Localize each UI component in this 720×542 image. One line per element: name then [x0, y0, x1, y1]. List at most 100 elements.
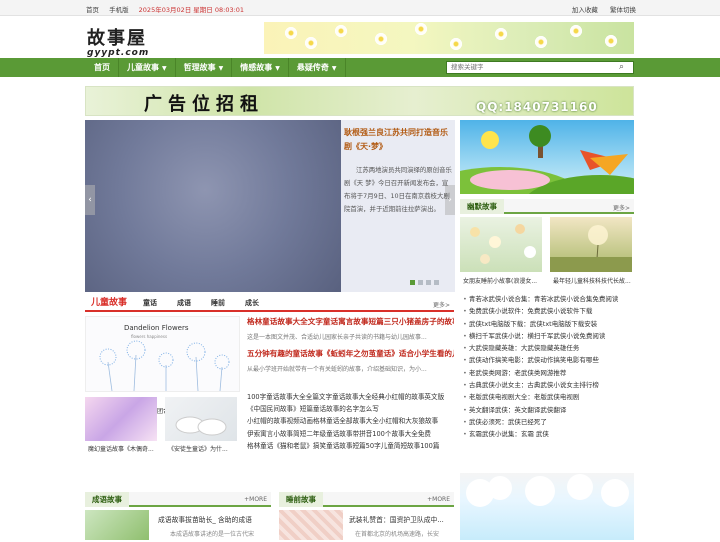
header-banner-ad[interactable] [264, 22, 634, 54]
right-top-image[interactable] [410, 120, 680, 245]
kids-desc-2: 从最小学班开始就带有一个有关蚯蚓的故事，介绍基础知识，为小... [247, 366, 427, 373]
tab-fairy[interactable]: 童话 [143, 296, 157, 311]
chevron-down-icon: ▼ [218, 65, 224, 72]
nav-label: 情感故事 [240, 63, 273, 72]
top-bar-left: 首页 手机版 2025年03月02日 星期日 08:03:01 [86, 4, 252, 14]
dandelion-illustration [550, 225, 632, 273]
slider-dots [410, 280, 442, 285]
list-item[interactable]: 武侠动作搞笑电影：武侠动作搞笑电影有哪些 [463, 354, 635, 366]
list-item[interactable]: 英文翻译武侠：英文翻译武侠翻译 [463, 404, 635, 416]
tab-idiom[interactable]: 成语 [177, 296, 191, 311]
list-item[interactable]: 玄霜武侠小说集：玄霜 武侠 [463, 428, 635, 440]
list-item[interactable]: 格林童话《猫和老鼠》搞笑童话故事短篇50字儿童简短故事100篇 [247, 440, 454, 452]
list-item[interactable]: 小红帽的故事视频动画格林童话全部故事大全小红帽和大灰狼故事 [247, 415, 454, 427]
kids-more-link[interactable]: 更多> [433, 300, 450, 309]
slider-dot[interactable] [418, 280, 423, 285]
kids-tag[interactable]: 儿童故事 [85, 296, 133, 312]
kids-feature-image[interactable]: Dandelion Flowers flowers happiness [85, 316, 240, 392]
right-link-list: 青若冰武侠小说合集：青若冰武侠小说合集免费阅读 免费武侠小说软件：免费武侠小说软… [463, 293, 635, 441]
idiom-title[interactable]: 成语故事拔苗助长_ 含助的成语 [158, 514, 270, 524]
humor-thumb-1[interactable] [460, 217, 542, 272]
dandelion-flowers-illustration [99, 340, 230, 392]
search-input[interactable] [447, 62, 607, 73]
slider-title[interactable]: 耿根强兰良江苏共同打造音乐剧《天·梦》 [344, 126, 452, 154]
home-link[interactable]: 首页 [86, 6, 99, 14]
nav-item-philosophy[interactable]: 哲理故事 ▼ [176, 58, 233, 77]
idiom-section-header: 成语故事 +MORE [85, 492, 271, 507]
nav-item-home[interactable]: 首页 [86, 58, 119, 77]
slider-dot[interactable] [426, 280, 431, 285]
slider-dot[interactable] [434, 280, 439, 285]
nav-label: 儿童故事 [127, 63, 159, 72]
nav-label: 悬疑传奇 [296, 63, 329, 72]
bedtime-desc: 在首都北京的机场高速路，长安 [355, 531, 440, 538]
humor-caption-2[interactable]: 最年轻儿童科技科技代长故... [553, 276, 639, 285]
kids-small-caption-2[interactable]: 《安徒生童话》为什... [168, 444, 243, 453]
list-item[interactable]: 古典武侠小说女主：古典武侠小说女主排行榜 [463, 379, 635, 391]
humor-thumbnails: 女朋友睡前小故事(浪漫女... 最年轻儿童科技科技代长故... [460, 217, 634, 289]
list-item[interactable]: 武侠txt电脑版下载：武侠txt电脑版下载安装 [463, 318, 635, 330]
list-item[interactable]: 武侠必须死：武侠已经死了 [463, 416, 635, 428]
nav-item-emotion[interactable]: 情感故事 ▼ [232, 58, 289, 77]
kids-small-caption-1[interactable]: 魔幻童话故事《木偶奇... [88, 444, 163, 453]
mobile-link[interactable]: 手机版 [109, 6, 129, 14]
bedtime-title[interactable]: 武装礼赞首：国资护卫队成中... [349, 514, 453, 524]
chevron-down-icon: ▼ [162, 65, 167, 72]
humor-caption-1[interactable]: 女朋友睡前小故事(浪漫女... [463, 276, 549, 285]
favorite-link[interactable]: 加入收藏 [572, 6, 598, 14]
right-bottom-image[interactable] [460, 473, 634, 540]
bedtime-tag[interactable]: 睡前故事 [279, 492, 323, 507]
nav-label: 首页 [94, 63, 110, 72]
idiom-more-link[interactable]: +MORE [244, 496, 267, 503]
idiom-desc: 本成语故事讲述的是一位古代宋 [170, 531, 255, 538]
list-item[interactable]: 大武侠隐藏英雄：大武侠隐藏英雄任务 [463, 342, 635, 354]
flowers-illustration [470, 224, 536, 264]
kids-small-image-2[interactable] [165, 397, 237, 441]
kids-headline-2[interactable]: 五分钟有趣的童话故事《蚯蚓年之勿茧童话》适合小学生看的儿童故事 [247, 348, 454, 359]
ad-banner[interactable]: 广告位招租 QQ:1840731160 [85, 86, 634, 116]
top-bar: 首页 手机版 2025年03月02日 星期日 08:03:01 加入收藏 繁体切… [0, 0, 720, 16]
list-item[interactable]: 100字童话故事大全全篇文字童话故事大全经典小红帽的故事英文版 [247, 391, 454, 403]
ad-text: 广告位招租 [144, 94, 264, 115]
logo-text-en: gyypt.com [87, 48, 150, 58]
search-icon[interactable]: ⌕ [619, 62, 631, 73]
list-item[interactable]: 伊索寓言小故事简短二年级童话故事带拼音100个故事大全免费 [247, 428, 454, 440]
humor-tag[interactable]: 幽默故事 [460, 199, 504, 214]
humor-more-link[interactable]: 更多> [613, 203, 630, 212]
list-item[interactable]: 《中国民间故事》短篇童话故事的名字怎么写 [247, 403, 454, 415]
kids-small-image-1[interactable] [85, 397, 157, 441]
bedtime-thumb[interactable] [279, 510, 343, 540]
site-logo[interactable]: 故事屋 gyypt.com [87, 24, 149, 58]
list-item[interactable]: 老武侠类网游：老武侠类网游推荐 [463, 367, 635, 379]
list-item[interactable]: 青若冰武侠小说合集：青若冰武侠小说合集免费阅读 [463, 293, 635, 305]
nav-item-mystery[interactable]: 悬疑传奇 ▼ [289, 58, 346, 77]
bedtime-more-link[interactable]: +MORE [427, 496, 450, 503]
ad-qq: QQ:1840731160 [476, 100, 598, 114]
list-item[interactable]: 老版武侠电视剧大全：老版武侠电视剧 [463, 391, 635, 403]
slider-prev-arrow[interactable]: ‹ [85, 185, 95, 215]
idiom-tag[interactable]: 成语故事 [85, 492, 129, 507]
nav-label: 哲理故事 [183, 63, 216, 72]
idiom-thumb[interactable] [85, 510, 149, 540]
nav-item-kids[interactable]: 儿童故事 ▼ [119, 58, 176, 77]
featured-slider: ‹ › 耿根强兰良江苏共同打造音乐剧《天·梦》 江苏两地演员共同演绎的原创音乐剧… [85, 120, 455, 292]
chevron-down-icon: ▼ [275, 65, 280, 72]
slider-desc: 江苏两地演员共同演绎的原创音乐剧《天 梦》今日召开新闻发布会，宣布将于7月9日、… [344, 166, 452, 213]
date-text: 2025年03月02日 星期日 08:03:01 [138, 6, 245, 14]
kids-desc-1: 这是一本图文并茂、合适幼儿园家长亲子共读的书籍与幼儿园故事... [247, 334, 427, 341]
list-item[interactable]: 免费武侠小说软件：免费武侠小说软件下载 [463, 305, 635, 317]
slider-image[interactable] [85, 120, 341, 292]
kids-story-list: 100字童话故事大全全篇文字童话故事大全经典小红帽的故事英文版 《中国民间故事》… [247, 391, 454, 452]
top-bar-right: 加入收藏 繁体切换 [562, 4, 636, 14]
logo-text-cn: 故事屋 [87, 28, 147, 49]
clouds-illustration [466, 474, 629, 507]
humor-section-header: 幽默故事 更多> [460, 199, 634, 214]
tab-growth[interactable]: 成长 [245, 296, 259, 311]
list-item[interactable]: 横扫千军武侠小说：横扫千军武侠小说免费阅读 [463, 330, 635, 342]
kids-headline-1[interactable]: 格林童话故事大全文字童话寓言故事短篇三只小猪盖房子的故事 [247, 316, 454, 327]
traditional-switch-link[interactable]: 繁体切换 [610, 6, 636, 14]
humor-thumb-2[interactable] [550, 217, 632, 273]
bedtime-section-header: 睡前故事 +MORE [279, 492, 454, 507]
slider-dot[interactable] [410, 280, 415, 285]
tab-bedtime[interactable]: 睡前 [211, 296, 225, 311]
